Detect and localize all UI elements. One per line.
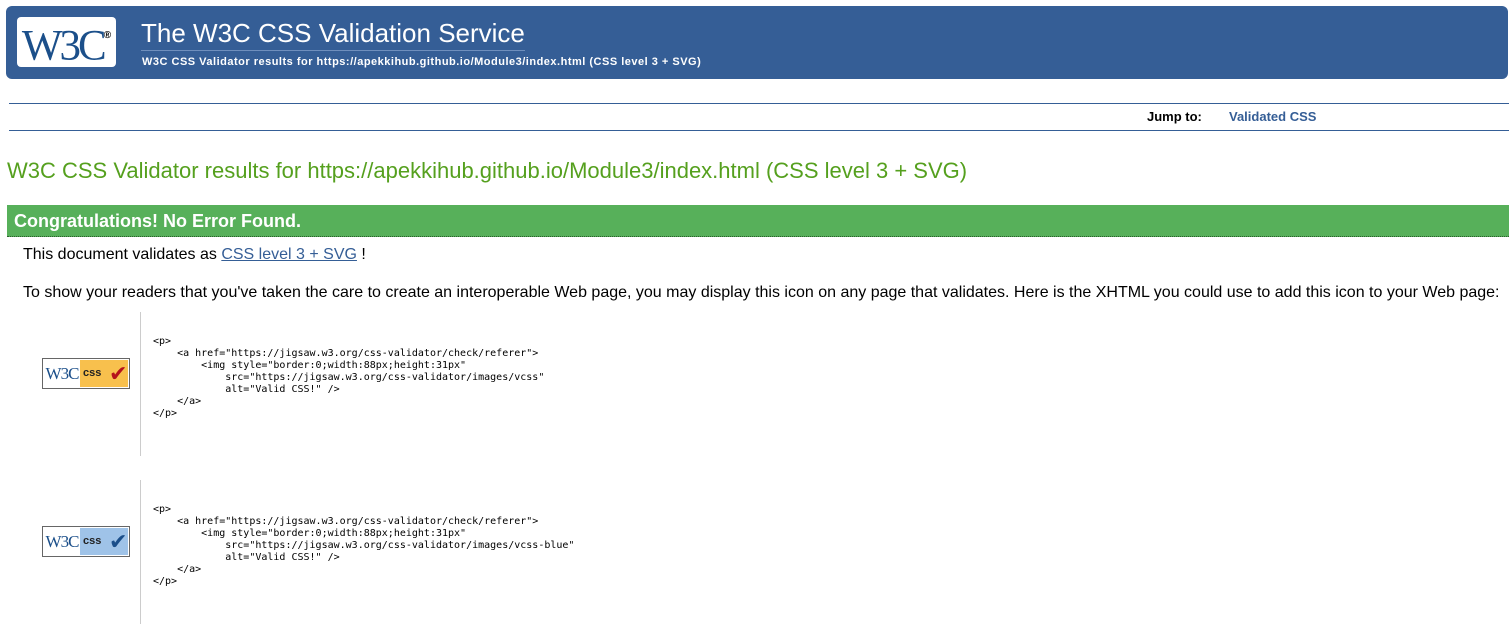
header-banner: W3C® The W3C CSS Validation Service W3C …	[6, 6, 1508, 79]
code-snippet-text[interactable]: <p> <a href="https://jigsaw.w3.org/css-v…	[141, 504, 760, 588]
valid-css-badge-blue[interactable]: W3C css ✔	[42, 526, 130, 557]
registered-mark: ®	[103, 30, 112, 41]
jump-to-label: Jump to:	[1147, 109, 1202, 124]
service-title[interactable]: The W3C CSS Validation Service	[141, 18, 525, 51]
code-snippet-gold: <p> <a href="https://jigsaw.w3.org/css-v…	[140, 312, 760, 456]
valid-css-badge-gold[interactable]: W3C css ✔	[42, 358, 130, 389]
validates-suffix: !	[356, 246, 366, 263]
code-snippet-blue: <p> <a href="https://jigsaw.w3.org/css-v…	[140, 480, 760, 624]
code-snippet-text[interactable]: <p> <a href="https://jigsaw.w3.org/css-v…	[141, 336, 760, 420]
w3c-logo-text: W3C	[21, 22, 107, 70]
results-heading: W3C CSS Validator results for https://ap…	[7, 158, 968, 183]
w3c-mark: W3C	[44, 360, 80, 387]
jump-validated-css-link[interactable]: Validated CSS	[1229, 109, 1316, 124]
validates-prefix: This document validates as	[23, 246, 222, 263]
success-message: Congratulations! No Error Found.	[14, 211, 301, 231]
css-level-link[interactable]: CSS level 3 + SVG	[221, 246, 357, 263]
divider-top	[9, 103, 1509, 104]
display-icon-instructions: To show your readers that you've taken t…	[23, 284, 1500, 301]
service-subtitle: W3C CSS Validator results for https://ap…	[142, 56, 702, 68]
w3c-logo[interactable]: W3C®	[17, 17, 116, 70]
divider-bottom	[9, 130, 1509, 131]
validates-message: This document validates as CSS level 3 +…	[23, 246, 366, 264]
success-banner: Congratulations! No Error Found.	[7, 205, 1509, 237]
checkmark-icon: ✔	[109, 529, 128, 554]
w3c-mark: W3C	[44, 528, 80, 555]
checkmark-icon: ✔	[109, 361, 128, 386]
